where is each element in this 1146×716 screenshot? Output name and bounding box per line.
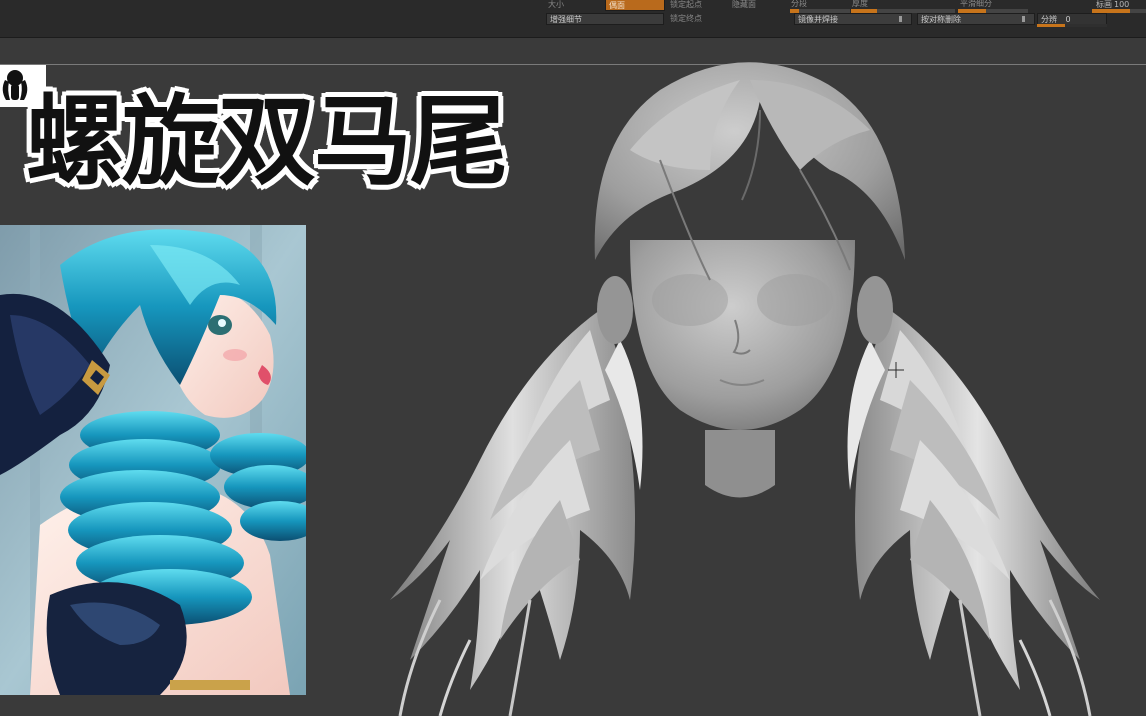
split-value: 0 <box>1065 15 1071 24</box>
reference-artwork <box>0 225 306 695</box>
hair-sculpt-model <box>390 62 1100 716</box>
sculpt-viewport[interactable] <box>330 40 1146 716</box>
symmetry-delete-label: 按对称删除 <box>921 15 961 24</box>
mirror-weld-label: 镜像并焊接 <box>798 15 838 24</box>
mirror-weld-handle[interactable] <box>899 16 902 22</box>
hide-front-toggle[interactable]: 隐藏面 <box>732 0 756 10</box>
segment-label: 分段 <box>791 0 807 8</box>
dynamic-button[interactable]: 偶面 <box>605 0 665 11</box>
smooth-subdiv-label: 平滑细分 <box>960 0 992 8</box>
split-fill <box>1037 24 1065 27</box>
reference-illustration <box>0 225 306 695</box>
symmetry-delete-handle[interactable] <box>1022 16 1025 22</box>
crosshair-icon <box>888 362 904 378</box>
left-twin-tail <box>390 310 643 716</box>
thickness-label: 厚度 <box>852 0 868 8</box>
symmetry-delete-button[interactable]: 按对称删除 <box>917 13 1035 25</box>
lock-start-toggle[interactable]: 锁定起点 <box>670 0 702 10</box>
split-label: 分辨 <box>1041 15 1057 24</box>
right-twin-tail <box>847 310 1100 716</box>
lock-end-toggle[interactable]: 锁定终点 <box>670 14 702 24</box>
size-label: 大小 <box>548 0 564 9</box>
enhance-detail-button[interactable]: 增强细节 <box>546 13 664 25</box>
split-bar[interactable] <box>1037 24 1107 27</box>
mirror-weld-button[interactable]: 镜像并焊接 <box>794 13 912 25</box>
brush-toolbar: 大小 偶面 锁定起点 隐藏面 分段 厚度 平滑细分 标画 100 增强细节 锁定… <box>0 0 1146 38</box>
